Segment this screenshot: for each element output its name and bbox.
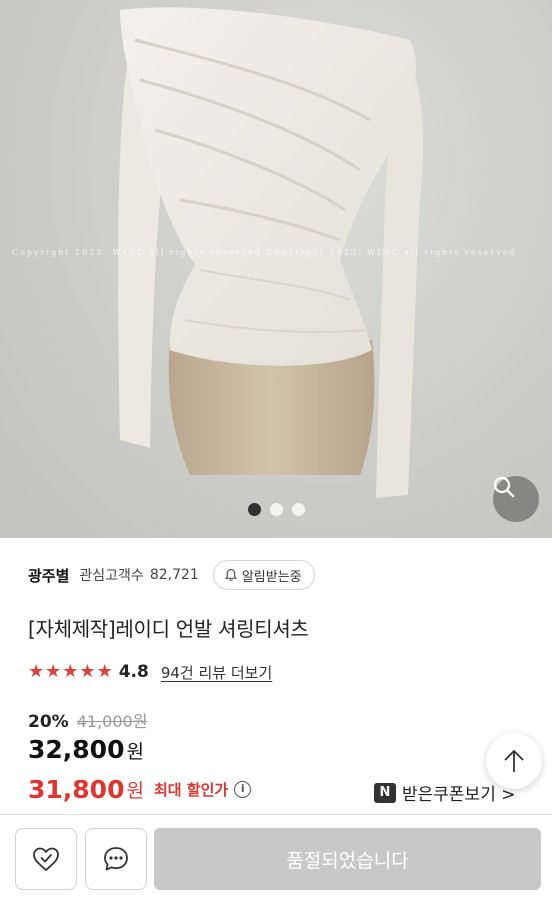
carousel-dots[interactable] — [0, 503, 552, 516]
sale-price-row: 32,800 원 — [28, 735, 144, 764]
naver-logo-icon: N — [374, 782, 396, 803]
search-icon — [493, 476, 515, 498]
rating-stars: ★ ★ ★ ★ ★ — [28, 663, 113, 681]
alarm-button-label: 알림받는중 — [241, 569, 302, 585]
heart-check-icon — [33, 847, 59, 871]
star-icon: ★ — [28, 661, 45, 682]
bell-icon — [225, 568, 237, 581]
seller-row: 광주별 관심고객수 82,721 알림받는중 — [28, 560, 315, 590]
wishlist-button[interactable] — [15, 828, 77, 890]
product-photo — [118, 7, 423, 498]
product-title: [자체제작]레이디 언발 셔링티셔츠 — [28, 617, 309, 641]
sale-price: 32,800 — [28, 735, 125, 764]
star-icon: ★ — [96, 661, 113, 682]
scroll-top-button[interactable] — [486, 733, 542, 789]
zoom-button[interactable] — [493, 476, 539, 522]
original-price: 41,000원 — [76, 712, 148, 731]
star-icon: ★ — [62, 661, 79, 682]
max-discount-label: 최대 할인가 — [153, 781, 229, 799]
carousel-dot-3[interactable] — [291, 503, 305, 516]
rating-score: 4.8 — [118, 662, 149, 682]
review-link[interactable]: 94건 리뷰 더보기 — [161, 662, 272, 683]
coupon-price: 31,800 — [28, 775, 125, 804]
carousel-dot-2[interactable] — [269, 503, 283, 516]
watermark-text: Copyright 2023. WINC all rights reserved… — [12, 248, 517, 257]
coupon-price-unit: 원 — [126, 780, 144, 802]
chat-bubble-icon — [104, 847, 128, 871]
star-icon: ★ — [45, 661, 62, 682]
soldout-button[interactable]: 품절되었습니다 — [154, 828, 541, 890]
product-image[interactable]: Copyright 2023. WINC all rights reserved… — [0, 0, 552, 538]
carousel-dot-1[interactable] — [247, 503, 261, 516]
coupon-view-button[interactable]: N 받은쿠폰보기 > — [374, 780, 516, 805]
alarm-button[interactable]: 알림받는중 — [212, 560, 315, 590]
discount-rate: 20% — [28, 712, 69, 732]
arrow-up-icon — [504, 749, 524, 772]
seller-name[interactable]: 광주별 — [28, 565, 69, 586]
chat-button[interactable] — [85, 828, 147, 890]
discount-row: 20% 41,000원 — [28, 708, 147, 732]
coupon-price-row: 31,800 원 최대 할인가 i — [28, 775, 252, 804]
star-icon: ★ — [79, 661, 96, 682]
sale-price-unit: 원 — [126, 741, 144, 763]
favorite-count-label: 관심고객수 — [79, 568, 144, 584]
bottom-action-bar: 품절되었습니다 — [0, 814, 552, 899]
rating-row: ★ ★ ★ ★ ★ 4.8 94건 리뷰 더보기 — [28, 660, 272, 684]
info-icon[interactable]: i — [234, 781, 252, 798]
favorite-count: 82,721 — [149, 567, 199, 583]
